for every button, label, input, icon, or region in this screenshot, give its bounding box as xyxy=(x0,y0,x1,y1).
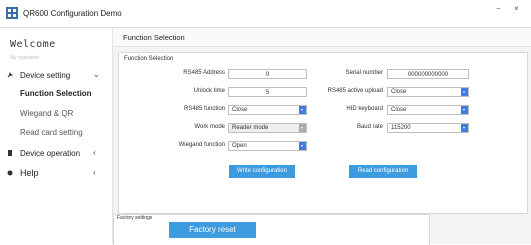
read-configuration-button[interactable]: Read configuration xyxy=(349,165,417,178)
work-mode-select[interactable]: Reader mode xyxy=(228,123,307,133)
unlock-time-input[interactable]: 5 xyxy=(228,87,307,97)
dropdown-arrow-icon xyxy=(299,124,306,132)
nav-device-operation-label: Device operation xyxy=(20,149,81,158)
rs485-function-select[interactable]: Close xyxy=(228,105,307,115)
main-area: Function Selection Function Selection RS… xyxy=(113,28,531,244)
serial-number-input[interactable]: 000000000000 xyxy=(387,69,469,79)
app-icon xyxy=(6,7,18,19)
dropdown-arrow-icon xyxy=(299,142,306,150)
minimize-button[interactable]: − xyxy=(496,4,501,13)
dropdown-arrow-icon xyxy=(299,106,306,114)
sidebar-item-function-selection[interactable]: Function Selection xyxy=(20,89,92,98)
dropdown-arrow-icon xyxy=(461,106,468,114)
welcome-heading: Welcome xyxy=(10,39,56,50)
close-button[interactable]: × xyxy=(514,4,519,13)
serial-number-label: Serial number xyxy=(345,70,383,76)
sidebar: Welcome My operation Device setting ⌄ Fu… xyxy=(0,28,113,244)
nav-device-setting[interactable]: Device setting ⌄ xyxy=(0,69,112,83)
hid-keyboard-select[interactable]: Close xyxy=(387,105,469,115)
hid-keyboard-label: HID keyboard xyxy=(346,106,383,112)
welcome-subtitle: My operation xyxy=(10,55,39,61)
chevron-left-icon: ‹ xyxy=(93,148,96,157)
page-header: Function Selection xyxy=(113,28,531,47)
baud-rate-select[interactable]: 115200 xyxy=(387,123,469,133)
wiegand-function-label: Wiegand function xyxy=(178,142,225,148)
function-selection-panel: Function Selection RS485 Address 0 Unloc… xyxy=(118,52,528,214)
rs485-address-label: RS485 Address xyxy=(183,70,225,76)
sidebar-item-wiegand-qr[interactable]: Wiegand & QR xyxy=(20,109,73,118)
wrench-icon xyxy=(7,72,13,78)
wiegand-function-select[interactable]: Open xyxy=(228,141,307,151)
baud-rate-label: Baud rate xyxy=(356,124,383,130)
rs485-active-upload-select[interactable]: Close xyxy=(387,87,469,97)
chevron-left-icon: ‹ xyxy=(93,168,96,177)
rs485-active-upload-value: Close xyxy=(391,89,407,95)
nav-help-label: Help xyxy=(20,168,39,178)
rs485-address-input[interactable]: 0 xyxy=(228,69,307,79)
rs485-function-value: Close xyxy=(232,107,248,113)
factory-settings-panel: Factory settings Factory reset xyxy=(113,214,430,245)
page-title: Function Selection xyxy=(123,33,185,42)
rs485-active-upload-label: RS485 active upload xyxy=(327,88,383,94)
chevron-down-icon: ⌄ xyxy=(93,70,100,79)
help-icon xyxy=(7,170,13,176)
write-configuration-button[interactable]: Write configuration xyxy=(229,165,295,178)
unlock-time-label: Unlock time xyxy=(193,88,225,94)
work-mode-label: Work mode xyxy=(194,124,225,130)
dropdown-arrow-icon xyxy=(461,124,468,132)
panel-title: Function Selection xyxy=(124,56,174,62)
sidebar-item-read-card-setting[interactable]: Read card setting xyxy=(20,128,83,137)
device-icon xyxy=(8,150,12,156)
nav-device-setting-label: Device setting xyxy=(20,71,71,80)
baud-rate-value: 115200 xyxy=(391,125,411,131)
window-title: QR600 Configuration Demo xyxy=(23,9,122,18)
nav-device-operation[interactable]: Device operation ‹ xyxy=(0,147,112,161)
rs485-function-label: RS485 function xyxy=(183,106,225,112)
factory-settings-title: Factory settings xyxy=(117,215,153,221)
hid-keyboard-value: Close xyxy=(391,107,407,113)
factory-reset-button[interactable]: Factory reset xyxy=(169,222,256,238)
dropdown-arrow-icon xyxy=(461,88,468,96)
title-bar: QR600 Configuration Demo − × xyxy=(0,0,531,28)
nav-help[interactable]: Help ‹ xyxy=(0,167,112,181)
work-mode-value: Reader mode xyxy=(232,125,269,131)
wiegand-function-value: Open xyxy=(232,143,247,149)
